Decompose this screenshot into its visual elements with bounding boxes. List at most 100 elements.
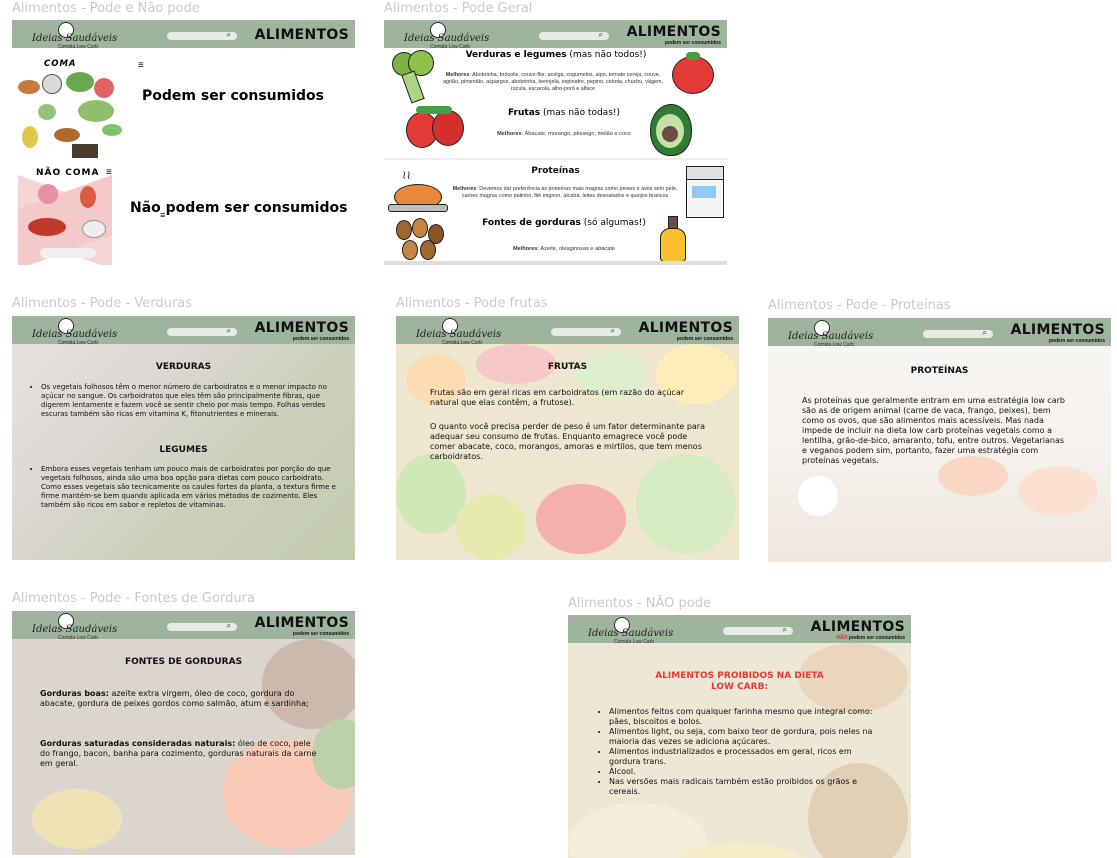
search-icon[interactable]: ⌕ [227, 326, 231, 336]
search-icon[interactable]: ⌕ [227, 30, 231, 40]
gorduras-boas: Gorduras boas: azeite extra virgem, óleo… [40, 689, 318, 709]
brand-sub: Comida Low Carb [58, 635, 99, 641]
menu-icon[interactable]: ≡ [138, 60, 144, 71]
list-item: Nas versões mais radicais também estão p… [609, 777, 880, 797]
olive-oil-icon [658, 216, 690, 262]
brand-sub: Comida Low Carb [58, 44, 99, 50]
app-header: Ideias Saudáveis Comida Low Carb ⌕ ALIMEN… [568, 615, 911, 645]
brand-logo[interactable]: Ideias Saudáveis Comida Low Carb [32, 22, 117, 50]
search-input[interactable]: ⌕ [923, 328, 993, 338]
brand-logo[interactable]: Ideias Saudáveis Comida Low Carb [588, 617, 673, 645]
frame-label: Alimentos - Pode - Proteínas [768, 298, 951, 313]
frame-gorduras[interactable]: Ideias Saudáveis Comida Low Carb ⌕ ALIMEN… [12, 611, 355, 855]
search-input[interactable]: ⌕ [723, 625, 793, 635]
frame-verduras[interactable]: Ideias Saudáveis Comida Low Carb ⌕ ALIMEN… [12, 316, 355, 560]
brand-sub: Comida Low Carb [814, 342, 855, 348]
frame-label: Alimentos - Pode - Fontes de Gordura [12, 591, 255, 606]
brand-name: Ideias Saudáveis [416, 329, 502, 340]
coma-text: Podem ser consumidos [142, 88, 325, 104]
brand-logo[interactable]: Ideias Saudáveis Comida Low Carb [416, 318, 501, 346]
frutas-best: : Abacate, morango, pêssego, melão e coc… [521, 131, 631, 137]
brand-sub: Comida Low Carb [58, 340, 99, 346]
menu-icon[interactable]: ≡ [160, 210, 165, 220]
search-input[interactable]: ⌕ [551, 326, 621, 336]
verduras-best: : Abobrinha, brócolis, couve-flor, acelg… [443, 72, 663, 92]
header-title: ALIMENTOS [254, 27, 349, 43]
header-title: ALIMENTOS [638, 320, 733, 336]
brand-name: Ideias Saudáveis [404, 33, 490, 44]
verduras-best-label: Melhores [445, 72, 470, 78]
legumes-paragraph: Embora esses vegetais tenham um pouco ma… [41, 465, 338, 510]
search-icon[interactable]: ⌕ [783, 625, 787, 635]
frame-pode-e-nao-pode[interactable]: Ideias Saudáveis Comida Low Carb ⌕ ALIMEN… [12, 20, 355, 265]
header-title: ALIMENTOS [1010, 322, 1105, 338]
brand-name: Ideias Saudáveis [32, 33, 118, 44]
brand-logo[interactable]: Ideias Saudáveis Comida Low Carb [788, 320, 873, 348]
brand-name: Ideias Saudáveis [788, 331, 874, 342]
header-title: ALIMENTOS [626, 24, 721, 40]
list-item: Alimentos light, ou seja, com baixo teor… [609, 727, 880, 747]
gorduras-note: (só algumas!) [583, 218, 646, 228]
verduras-title: Verduras e legumes [465, 50, 567, 60]
verduras-paragraph: Os vegetais folhosos têm o menor número … [41, 383, 338, 419]
verduras-note: (mas não todos!) [569, 50, 647, 60]
proteinas-title: PROTEÍNAS [910, 366, 969, 376]
gorduras-best-label: Melhores [513, 246, 538, 252]
frutas-title: FRUTAS [547, 362, 588, 372]
app-header: Ideias Saudáveis Comida Low Carb ⌕ ALIMEN… [768, 318, 1111, 348]
nao-coma-label: NÃO COMA [36, 168, 100, 178]
header-subtitle: NÃO podem ser consumidos [836, 635, 905, 641]
brand-logo[interactable]: Ideias Saudáveis Comida Low Carb [32, 318, 117, 346]
nao-pode-title-line2: LOW CARB: [710, 682, 769, 692]
brand-logo[interactable]: Ideias Saudáveis Comida Low Carb [32, 613, 117, 641]
brand-logo[interactable]: Ideias Saudáveis Comida Low Carb [404, 22, 489, 50]
brand-sub: Comida Low Carb [614, 639, 655, 645]
verduras-text: Os vegetais folhosos têm o menor número … [32, 383, 338, 419]
frutas-p2: O quanto você precisa perder de peso é u… [430, 422, 705, 461]
legumes-title: LEGUMES [159, 445, 208, 455]
proteinas-best-label: Melhores [452, 186, 477, 192]
broccoli-icon [388, 50, 436, 104]
frame-frutas[interactable]: Ideias Saudáveis Comida Low Carb ⌕ ALIMEN… [396, 316, 739, 560]
nao-badge: NÃO [836, 635, 848, 641]
frame-label: Alimentos - Pode - Verduras [12, 296, 192, 311]
header-subtitle: podem ser consumidos [292, 336, 349, 342]
search-input[interactable]: ⌕ [167, 621, 237, 631]
frame-proteinas[interactable]: Ideias Saudáveis Comida Low Carb ⌕ ALIMEN… [768, 318, 1111, 562]
proteinas-text: As proteínas que geralmente entram em um… [802, 396, 1065, 465]
nao-pode-list: Alimentos feitos com qualquer farinha me… [600, 707, 880, 797]
gorduras-boas-label: Gorduras boas: [40, 689, 109, 698]
proteinas-best: : Devemos dar preferência às proteínas m… [461, 186, 678, 199]
search-icon[interactable]: ⌕ [983, 328, 987, 338]
header-subtitle-text: podem ser consumidos [848, 635, 905, 641]
header-subtitle: podem ser consumidos [1048, 338, 1105, 344]
healthy-food-illustration [18, 70, 132, 160]
proteinas-title: Proteínas [531, 166, 580, 176]
list-item: Alimentos industrializados e processados… [609, 747, 880, 767]
search-icon[interactable]: ⌕ [611, 326, 615, 336]
app-header: Ideias Saudáveis Comida Low Carb ⌕ ALIMEN… [12, 611, 355, 641]
forbidden-food-illustration [18, 174, 112, 265]
search-icon[interactable]: ⌕ [227, 621, 231, 631]
search-input[interactable]: ⌕ [167, 30, 237, 40]
frutas-note: (mas não todas!) [543, 108, 621, 118]
header-subtitle: podem ser consumidos [664, 40, 721, 46]
list-item: Álcool. [609, 767, 880, 777]
app-header: Ideias Saudáveis Comida Low Carb ⌕ ALIMEN… [384, 20, 727, 50]
frutas-title: Frutas [507, 108, 541, 118]
gorduras-saturadas-label: Gorduras saturadas consideradas naturais… [40, 739, 236, 748]
brand-name: Ideias Saudáveis [588, 628, 674, 639]
brand-sub: Comida Low Carb [442, 340, 483, 346]
nao-pode-title: ALIMENTOS PROIBIDOS NA DIETA LOW CARB: [568, 671, 911, 693]
search-input[interactable]: ⌕ [539, 30, 609, 40]
frame-label: Alimentos - Pode frutas [396, 296, 548, 311]
app-header: Ideias Saudáveis Comida Low Carb ⌕ ALIMEN… [12, 316, 355, 346]
list-item: Alimentos feitos com qualquer farinha me… [609, 707, 880, 727]
search-icon[interactable]: ⌕ [599, 30, 603, 40]
roast-chicken-icon: ≀≀ [388, 168, 448, 216]
frutas-best-label: Melhores [497, 131, 522, 137]
frame-nao-pode[interactable]: Ideias Saudáveis Comida Low Carb ⌕ ALIMEN… [568, 615, 911, 858]
frame-pode-geral[interactable]: Ideias Saudáveis Comida Low Carb ⌕ ALIMEN… [384, 20, 727, 265]
search-input[interactable]: ⌕ [167, 326, 237, 336]
brand-name: Ideias Saudáveis [32, 329, 118, 340]
